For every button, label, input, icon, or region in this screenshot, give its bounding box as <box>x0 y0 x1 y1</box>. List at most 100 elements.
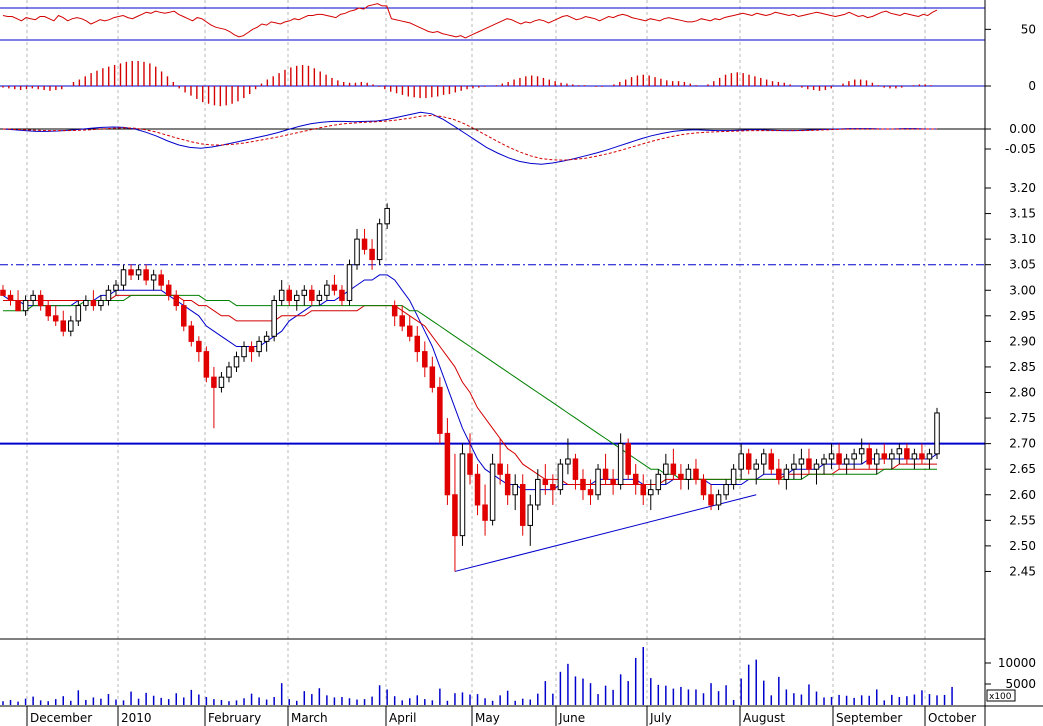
candle-body <box>632 473 639 486</box>
candle-body <box>580 478 586 491</box>
histogram-tick-label: 0 <box>1028 79 1036 93</box>
candle-body <box>7 294 14 301</box>
price-tick-label: 3.10 <box>1009 232 1036 246</box>
candle-body <box>45 305 51 317</box>
candle-body <box>768 453 775 470</box>
candle-body <box>256 340 262 353</box>
candle-body <box>753 463 759 470</box>
candle-body <box>851 453 857 460</box>
candle-body <box>173 294 180 307</box>
x-tick-label: July <box>649 711 672 725</box>
candle-body <box>369 248 375 261</box>
candle-body <box>406 325 413 337</box>
candle-body <box>730 468 737 486</box>
candle <box>489 453 496 526</box>
volume-tick-label: 5000 <box>1005 677 1036 691</box>
candle-body <box>233 356 240 368</box>
candle-body <box>557 463 564 491</box>
candle-body <box>595 468 601 496</box>
candle-body <box>715 494 722 506</box>
candle-body <box>301 289 308 296</box>
candle-body <box>655 473 662 491</box>
price-tick-label: 2.80 <box>1009 386 1036 400</box>
candle-body <box>504 473 511 496</box>
candle-body <box>806 458 812 470</box>
candle-body <box>143 269 149 281</box>
candle-body <box>459 453 466 537</box>
candle-body <box>15 299 21 312</box>
candle-body <box>474 473 481 506</box>
candle-body <box>821 458 827 465</box>
candle-body <box>263 335 270 342</box>
candle-body <box>535 478 541 506</box>
candle <box>557 458 564 495</box>
stock-chart: 50 0 0.00 -0.05 3.20 3.15 3.10 3.05 3.00 2.95 2… <box>0 0 1043 726</box>
candle-body <box>384 207 390 225</box>
candle-body <box>361 238 368 250</box>
candle-body <box>22 299 29 312</box>
candle <box>346 259 353 306</box>
candle-body <box>896 448 903 455</box>
candle-body <box>309 289 315 301</box>
candle-body <box>30 294 36 301</box>
x-tick-label: September <box>836 711 902 725</box>
candle-body <box>828 453 835 460</box>
price-tick-label: 3.20 <box>1009 181 1036 195</box>
candle-body <box>858 448 865 455</box>
candle-body <box>760 453 767 465</box>
candle-body <box>512 484 518 496</box>
volume-unit-label: x100 <box>989 692 1012 702</box>
candle-body <box>640 484 647 496</box>
x-tick-label: February <box>208 711 261 725</box>
candle-body <box>497 463 503 475</box>
candle-body <box>519 484 526 526</box>
x-tick-label: 2010 <box>121 711 152 725</box>
price-tick-label: 2.75 <box>1009 411 1036 425</box>
candle-body <box>587 489 594 496</box>
candle-body <box>0 289 6 296</box>
candle-body <box>648 489 654 496</box>
candle-body <box>836 453 842 465</box>
candle <box>625 438 631 480</box>
x-tick-label: March <box>291 711 328 725</box>
macd-tick-label: -0.05 <box>1005 142 1036 156</box>
candle-body <box>776 468 782 480</box>
candle-body <box>738 453 744 470</box>
candle-body <box>286 289 292 301</box>
candle-body <box>889 453 895 460</box>
volume-tick-label: 10000 <box>998 656 1036 670</box>
candle-body <box>391 305 398 317</box>
candle-body <box>271 299 277 337</box>
candle-body <box>211 376 217 388</box>
macd-tick-label: 0.00 <box>1009 122 1036 136</box>
candle-body <box>866 448 872 465</box>
candle-body <box>550 484 556 491</box>
x-tick-label: December <box>30 711 92 725</box>
candle-body <box>798 458 805 465</box>
candle-body <box>467 453 473 475</box>
candle-body <box>482 504 488 521</box>
x-tick-label: April <box>389 711 416 725</box>
candle-body <box>414 335 421 353</box>
candle-body <box>429 366 436 388</box>
candle-body <box>248 345 255 353</box>
candle-body <box>437 386 443 434</box>
candle-body <box>610 478 616 486</box>
price-tick-label: 2.55 <box>1009 513 1036 527</box>
x-tick-label: June <box>558 711 585 725</box>
candle-body <box>226 366 232 378</box>
candle-body <box>354 238 360 266</box>
candle-body <box>572 458 579 480</box>
candle-body <box>128 269 134 276</box>
candle-body <box>904 448 910 460</box>
candle-body <box>60 320 67 332</box>
x-tick-label: August <box>743 711 785 725</box>
candle-body <box>196 340 202 353</box>
price-tick-label: 2.70 <box>1009 437 1036 451</box>
price-tick-label: 3.00 <box>1009 283 1036 297</box>
candle-body <box>135 269 142 276</box>
candle-body <box>181 305 187 327</box>
candle-body <box>339 289 345 301</box>
candle-body <box>670 463 677 475</box>
candle-body <box>83 299 89 307</box>
